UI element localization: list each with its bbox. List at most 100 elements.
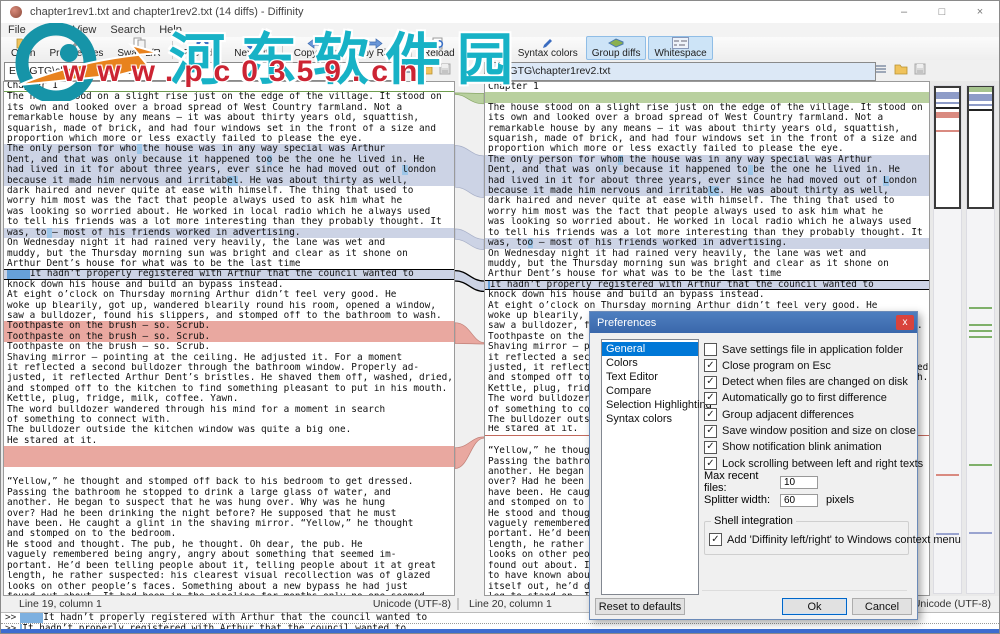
text-line[interactable]: Arthur Dent’s house for what was to be t…: [485, 269, 929, 279]
reset-defaults-button[interactable]: Reset to defaults: [595, 598, 685, 615]
text-line[interactable]: dark haired and never quite at ease with…: [485, 196, 929, 206]
text-line[interactable]: and stomped on to the bedroom.: [4, 529, 454, 539]
text-line[interactable]: over? Had he been drinking the night bef…: [4, 509, 454, 519]
checked-checkbox[interactable]: ✓: [709, 533, 722, 546]
dialog-close-icon[interactable]: x: [896, 315, 914, 330]
text-line[interactable]: Shaving mirror – pointing at the ceiling…: [4, 353, 454, 363]
overview-diff-mark[interactable]: [936, 474, 959, 476]
selected-diff-line[interactable]: It hadn’t properly registered with Arthu…: [485, 280, 929, 290]
overview-diff-mark[interactable]: [969, 330, 992, 332]
preferences-nav-compare[interactable]: Compare: [602, 384, 698, 398]
checked-checkbox[interactable]: ✓: [704, 359, 717, 372]
text-line[interactable]: length, he rather suspected: his cleares…: [4, 571, 454, 581]
text-line[interactable]: woke up blearily, got up, wandered blear…: [4, 301, 454, 311]
text-line[interactable]: have been. He caught a glint in the shav…: [4, 519, 454, 529]
text-line[interactable]: to tell his friends was a lot more inter…: [4, 217, 454, 227]
line-list-icon[interactable]: [400, 63, 413, 75]
text-line[interactable]: “Yellow,” he thought and stomped off bac…: [4, 477, 454, 487]
checked-checkbox[interactable]: ✓: [704, 441, 717, 454]
checked-checkbox[interactable]: ✓: [704, 376, 717, 389]
open-file-icon[interactable]: [894, 63, 908, 75]
field-input[interactable]: 60: [780, 494, 818, 507]
text-line[interactable]: and stomped off to the kitchen to find s…: [4, 384, 454, 394]
field-input[interactable]: 10: [780, 476, 818, 489]
save-file-icon[interactable]: [439, 63, 451, 75]
text-line[interactable]: Dent, and that was only because it happe…: [4, 155, 454, 165]
left-text-pane[interactable]: Chapter 1The house stood on a slight ris…: [3, 81, 455, 596]
text-line[interactable]: squarish, made of brick, and had four wi…: [4, 124, 454, 134]
group-diffs-button[interactable]: Group diffs: [586, 36, 647, 60]
text-line[interactable]: On Wednesday night it had rained very he…: [4, 238, 454, 248]
text-line[interactable]: worry him most was the fact that people …: [485, 207, 929, 217]
menu-help[interactable]: Help: [152, 24, 189, 36]
preferences-button[interactable]: Preferences: [43, 36, 109, 60]
syntax-colors-button[interactable]: Syntax colors: [512, 36, 584, 60]
text-line[interactable]: looks on other people’s faces. Something…: [4, 582, 454, 592]
whitespace-button[interactable]: Whitespace: [648, 36, 712, 60]
prev-diff-button[interactable]: Prev diff: [178, 36, 227, 60]
text-line[interactable]: remarkable house by any means – it was a…: [485, 124, 929, 134]
maximize-button[interactable]: □: [923, 1, 961, 23]
overview-diff-mark[interactable]: [969, 94, 992, 101]
text-line[interactable]: Passing the bathroom he stopped to drink…: [4, 488, 454, 498]
overview-diff-mark[interactable]: [936, 102, 959, 104]
text-line[interactable]: Dent, and that was only because it happe…: [485, 165, 929, 175]
rediff-button[interactable]: Rediff: [463, 36, 501, 60]
preferences-nav-general[interactable]: General: [602, 342, 698, 356]
right-file-path-input[interactable]: E:\HGTG\chapter1rev2.txt: [484, 62, 876, 81]
overview-diff-mark[interactable]: [969, 464, 992, 466]
text-line[interactable]: The bulldozer outside the kitchen window…: [4, 425, 454, 435]
text-line[interactable]: At eight o’clock on Thursday morning Art…: [4, 290, 454, 300]
text-line[interactable]: was looking so worried about. He worked …: [4, 207, 454, 217]
overview-diff-mark[interactable]: [969, 307, 992, 309]
text-line[interactable]: Kettle, plug, fridge, milk, coffee. Yawn…: [4, 394, 454, 404]
swap-l-r-button[interactable]: Swap L/R: [111, 36, 166, 60]
unchecked-checkbox[interactable]: [704, 343, 717, 356]
overview-diff-mark[interactable]: [969, 87, 992, 92]
open-button[interactable]: Open: [5, 36, 41, 60]
text-line[interactable]: On Wednesday night it had rained very he…: [485, 249, 929, 259]
text-line[interactable]: had lived in it for about three years, e…: [4, 165, 454, 175]
text-line[interactable]: The house stood on a slight rise just on…: [485, 103, 929, 113]
preferences-nav-syntax-colors[interactable]: Syntax colors: [602, 412, 698, 426]
text-line[interactable]: The house stood on a slight rise just on…: [4, 92, 454, 102]
text-line[interactable]: was looking so worried about. He worked …: [485, 217, 929, 227]
overview-diff-mark[interactable]: [936, 130, 959, 132]
text-line[interactable]: Toothpaste on the brush – so. Scrub.: [4, 321, 454, 331]
checked-checkbox[interactable]: ✓: [704, 408, 717, 421]
text-line[interactable]: squarish, made of brick, and had four wi…: [485, 134, 929, 144]
selected-diff-line[interactable]: It hadn’t properly registered with Arthu…: [4, 269, 454, 279]
next-diff-button[interactable]: Next diff: [228, 36, 277, 60]
overview-diff-mark[interactable]: [969, 109, 992, 111]
text-line[interactable]: The only person for who the house was in…: [4, 144, 454, 154]
text-line[interactable]: Arthur Dent’s house for what was to be t…: [4, 259, 454, 269]
text-line[interactable]: He stared at it.: [4, 436, 454, 446]
text-line[interactable]: because it made him nervous and irritabl…: [485, 186, 929, 196]
text-line[interactable]: proportion which more or less exactly fa…: [485, 144, 929, 154]
text-line[interactable]: [485, 92, 929, 102]
text-line[interactable]: knock down his house and build an bypass…: [485, 290, 929, 300]
text-line[interactable]: remarkable house by any means – it was a…: [4, 113, 454, 123]
text-line[interactable]: portant. He’d been telling people about …: [4, 561, 454, 571]
overview-diff-mark[interactable]: [936, 92, 959, 99]
close-button[interactable]: ×: [961, 1, 999, 23]
text-line[interactable]: of something to connect with.: [4, 415, 454, 425]
left-file-path-input[interactable]: E:\HGTG\chapter1rev1.txt: [4, 62, 402, 81]
preferences-nav-selection-highlighting[interactable]: Selection Highlighting: [602, 398, 698, 412]
save-file-icon[interactable]: [914, 63, 926, 75]
copy-right-button[interactable]: Copy Right: [345, 36, 406, 60]
text-line[interactable]: worry him most was the fact that people …: [4, 196, 454, 206]
overview-diff-mark[interactable]: [936, 112, 959, 118]
text-line[interactable]: to tell his friends was a lot more inter…: [485, 228, 929, 238]
left-overview-strip[interactable]: [933, 85, 962, 594]
menu-view[interactable]: View: [66, 24, 104, 36]
text-line[interactable]: its own and looked over a broad spread o…: [4, 103, 454, 113]
text-line[interactable]: was, to – most of his friends worked in …: [4, 228, 454, 238]
text-line[interactable]: muddy, but the Thursday morning sun was …: [485, 259, 929, 269]
overview-diff-mark[interactable]: [969, 104, 992, 106]
text-line[interactable]: The word bulldozer wandered through his …: [4, 405, 454, 415]
text-line[interactable]: Toothpaste on the brush – so. Scrub.: [4, 342, 454, 352]
text-line[interactable]: its own and looked over a broad spread o…: [485, 113, 929, 123]
text-line[interactable]: Toothpaste on the brush – so. Scrub.: [4, 332, 454, 342]
checked-checkbox[interactable]: ✓: [704, 392, 717, 405]
